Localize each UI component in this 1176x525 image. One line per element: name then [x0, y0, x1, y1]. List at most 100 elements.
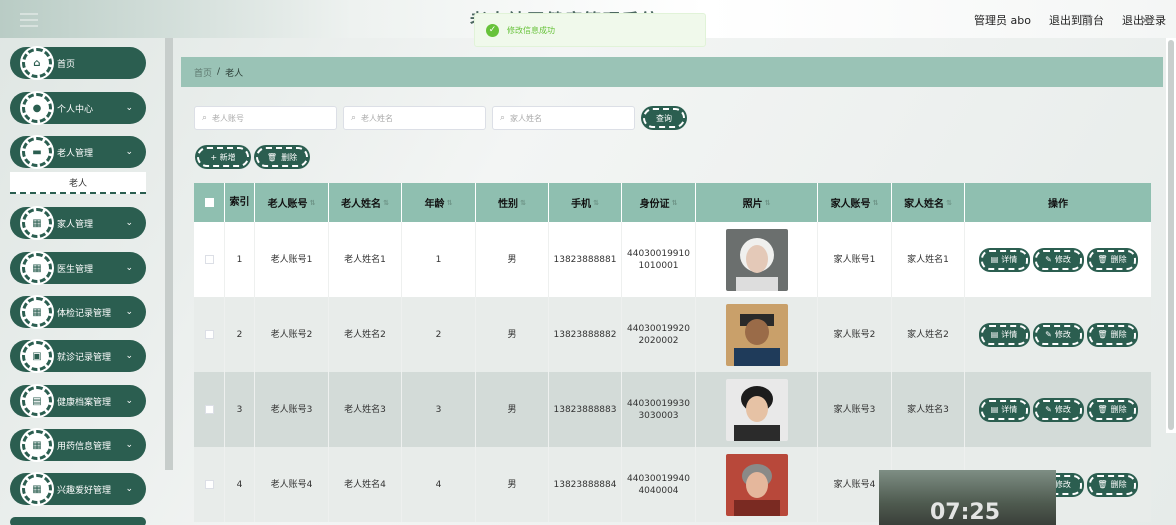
- add-button[interactable]: + 新增: [197, 147, 249, 167]
- cell-family-account: 家人账号2: [818, 297, 892, 372]
- menu-toggle-icon[interactable]: [20, 13, 38, 27]
- chevron-down-icon: ⌄: [125, 218, 133, 228]
- row-checkbox[interactable]: [204, 480, 214, 489]
- col-index: 索引: [225, 183, 255, 222]
- sidebar-item-hobby[interactable]: ▦ 兴趣爱好管理 ⌄: [10, 473, 146, 505]
- delete-button[interactable]: 🗑 删除: [1088, 399, 1136, 420]
- sidebar-item-health-file[interactable]: ▤ 健康档案管理 ⌄: [10, 385, 146, 417]
- col-photo: 照片 ⇅: [696, 183, 818, 222]
- doc-icon: ▤: [990, 329, 999, 339]
- chevron-down-icon: ⌄: [125, 147, 133, 157]
- col-label: 身份证: [639, 199, 670, 210]
- sidebar-item-doctor[interactable]: ▦ 医生管理 ⌄: [10, 252, 146, 284]
- sort-icon: ⇅: [872, 198, 879, 207]
- col-account[interactable]: 老人账号 ⇅: [255, 183, 329, 222]
- col-ops: 操作: [1048, 199, 1068, 210]
- submenu-elder[interactable]: 老人: [10, 172, 146, 194]
- op-label: 删除: [1110, 329, 1127, 339]
- sidebar-item-label: 健康档案管理: [57, 397, 112, 408]
- op-label: 删除: [1110, 404, 1127, 414]
- breadcrumb-home[interactable]: 首页: [194, 66, 212, 79]
- sort-icon: ⇅: [764, 198, 771, 207]
- sidebar-scrollbar[interactable]: [165, 38, 173, 470]
- batch-delete-button[interactable]: 🗑 删除: [256, 147, 308, 167]
- sidebar-item-visit[interactable]: ▣ 就诊记录管理 ⌄: [10, 340, 146, 372]
- pencil-icon: ✎: [1045, 329, 1052, 339]
- col-name[interactable]: 老人姓名 ⇅: [329, 183, 402, 222]
- trash-icon: 🗑: [1097, 254, 1108, 264]
- pencil-icon: ✎: [1045, 254, 1052, 264]
- col-age[interactable]: 年龄 ⇅: [402, 183, 476, 222]
- elder-photo[interactable]: [725, 378, 788, 441]
- elder-photo[interactable]: [725, 453, 788, 516]
- breadcrumb-current: 老人: [225, 68, 244, 79]
- col-idcard[interactable]: 身份证 ⇅: [622, 183, 696, 222]
- back-front-link[interactable]: 退出到前台: [1049, 12, 1104, 28]
- select-all-checkbox[interactable]: [204, 198, 214, 207]
- trash-icon: 🗑: [266, 152, 278, 162]
- query-button[interactable]: 查询: [643, 108, 685, 128]
- col-phone[interactable]: 手机 ⇅: [549, 183, 622, 222]
- cell-age: 3: [402, 372, 476, 447]
- sidebar-item-partial[interactable]: [10, 517, 146, 525]
- delete-button[interactable]: 🗑 删除: [1088, 249, 1136, 270]
- elder-photo[interactable]: [725, 303, 788, 366]
- cell-index: 2: [225, 297, 255, 372]
- cell-gender: 男: [476, 372, 549, 447]
- page-scrollbar[interactable]: [1168, 40, 1174, 430]
- chevron-down-icon: ⌄: [125, 396, 133, 406]
- close-icon[interactable]: ✕: [1140, 14, 1151, 29]
- check-icon: ✓: [486, 23, 499, 37]
- placeholder-text: 老人姓名: [361, 113, 394, 123]
- sidebar-item-elder[interactable]: ▬ 老人管理 ⌄: [10, 136, 146, 168]
- detail-button[interactable]: ▤详情: [980, 324, 1028, 345]
- op-label: 详情: [1001, 404, 1018, 414]
- cell-name: 老人姓名3: [329, 372, 402, 447]
- elder-name-search-input[interactable]: ⌕ 老人姓名: [343, 106, 486, 130]
- elder-photo[interactable]: [725, 228, 788, 291]
- edit-button[interactable]: ✎修改: [1034, 324, 1082, 345]
- search-icon: ⌕: [351, 113, 357, 123]
- col-label: 老人姓名: [341, 199, 382, 210]
- row-checkbox[interactable]: [204, 405, 214, 414]
- row-checkbox[interactable]: [204, 330, 214, 339]
- detail-button[interactable]: ▤详情: [980, 249, 1028, 270]
- edit-button[interactable]: ✎修改: [1034, 399, 1082, 420]
- cell-family-account: 家人账号1: [818, 222, 892, 297]
- detail-button[interactable]: ▤详情: [980, 399, 1028, 420]
- search-icon: ⌕: [202, 113, 208, 123]
- sidebar-item-family[interactable]: ▦ 家人管理 ⌄: [10, 207, 146, 239]
- family-name-search-input[interactable]: ⌕ 家人姓名: [492, 106, 635, 130]
- sidebar-item-personal[interactable]: ● 个人中心 ⌄: [10, 92, 146, 124]
- sidebar-item-checkup[interactable]: ▦ 体检记录管理 ⌄: [10, 296, 146, 328]
- sidebar-item-medication[interactable]: ▦ 用药信息管理 ⌄: [10, 429, 146, 461]
- elder-account-search-input[interactable]: ⌕ 老人账号: [194, 106, 337, 130]
- op-label: 详情: [1001, 329, 1018, 339]
- col-family-account[interactable]: 家人账号 ⇅: [818, 183, 892, 222]
- grid-icon: ▦: [22, 253, 52, 283]
- sort-icon: ⇅: [671, 198, 678, 207]
- col-label: 家人姓名: [904, 199, 945, 210]
- placeholder-text: 老人账号: [212, 113, 245, 123]
- delete-button[interactable]: 🗑 删除: [1088, 474, 1136, 495]
- sidebar-item-label: 个人中心: [57, 104, 94, 115]
- table-header: 索引 老人账号 ⇅ 老人姓名 ⇅ 年龄 ⇅ 性别 ⇅ 手机 ⇅ 身份证 ⇅ 照片 ⇅ 家人账号…: [194, 183, 1151, 222]
- sidebar-item-home[interactable]: ⌂ 首页: [10, 47, 146, 79]
- col-label: 性别: [498, 199, 519, 210]
- cell-account: 老人账号2: [255, 297, 329, 372]
- edit-button[interactable]: ✎修改: [1034, 249, 1082, 270]
- doc-icon: ▤: [990, 404, 999, 414]
- sidebar-item-label: 兴趣爱好管理: [57, 485, 112, 496]
- sort-icon: ⇅: [946, 198, 952, 207]
- col-family-name[interactable]: 家人姓名 ⇅: [892, 183, 965, 222]
- row-checkbox[interactable]: [204, 255, 214, 264]
- delete-button[interactable]: 🗑 删除: [1088, 324, 1136, 345]
- header-right: 管理员 abo 退出到前台 退出登录: [974, 12, 1166, 28]
- cell-index: 4: [225, 447, 255, 522]
- grid-icon: ▦: [22, 430, 52, 460]
- cell-account: 老人账号3: [255, 372, 329, 447]
- grid-icon: ▦: [22, 297, 52, 327]
- op-label: 删除: [1110, 254, 1127, 264]
- col-gender[interactable]: 性别 ⇅: [476, 183, 549, 222]
- cell-ops: ▤详情 ✎修改 🗑删除: [965, 372, 1151, 447]
